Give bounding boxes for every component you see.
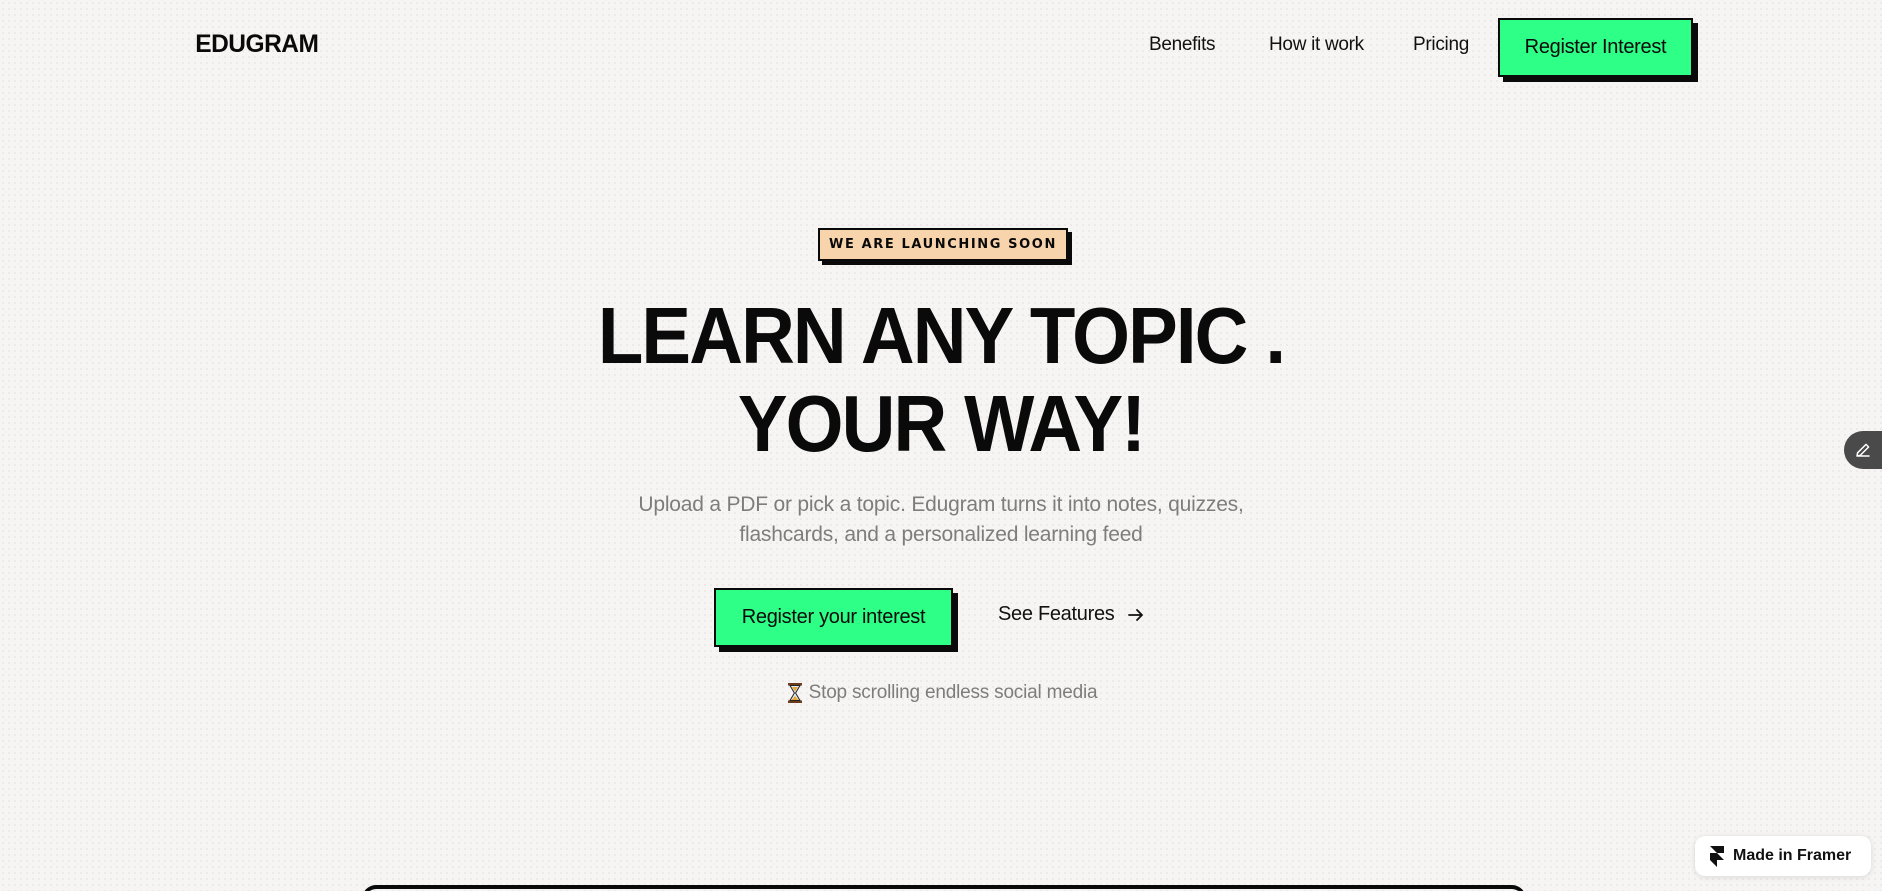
brand-logo[interactable]: EDUGRAM (195, 30, 319, 59)
nav-link-pricing[interactable]: Pricing (1413, 34, 1469, 56)
headline-line-1: LEARN ANY TOPIC . (597, 291, 1286, 380)
hero-subtext: Upload a PDF or pick a topic. Edugram tu… (0, 490, 1882, 550)
framer-logo-icon (1710, 846, 1724, 867)
tagline-text: Stop scrolling endless social media (808, 682, 1098, 703)
arrow-right-icon (1128, 608, 1144, 621)
app-preview-frame (362, 885, 1526, 891)
headline-line-2: YOUR WAY! (737, 379, 1146, 468)
nav-link-benefits[interactable]: Benefits (1149, 34, 1216, 56)
hero-headline: LEARN ANY TOPIC . YOUR WAY! (66, 292, 1816, 468)
see-features-link[interactable]: See Features (998, 603, 1146, 626)
launch-badge: WE ARE LAUNCHING SOON (818, 228, 1068, 261)
top-nav: EDUGRAM Benefits How it work Pricing Reg… (0, 0, 1882, 92)
nav-link-how-it-work[interactable]: How it work (1269, 34, 1364, 56)
tagline: Stop scrolling endless social media (0, 682, 1882, 704)
made-in-framer-badge[interactable]: Made in Framer (1695, 836, 1871, 876)
framer-badge-label: Made in Framer (1733, 847, 1852, 864)
subtext-line-1: Upload a PDF or pick a topic. Edugram tu… (638, 493, 1244, 516)
register-your-interest-button[interactable]: Register your interest (714, 588, 953, 647)
register-interest-button[interactable]: Register Interest (1498, 18, 1693, 77)
hourglass-icon (787, 683, 802, 703)
pencil-icon (1856, 443, 1870, 457)
see-features-label: See Features (998, 603, 1115, 625)
edit-button[interactable] (1844, 431, 1882, 469)
subtext-line-2: flashcards, and a personalized learning … (739, 523, 1143, 546)
